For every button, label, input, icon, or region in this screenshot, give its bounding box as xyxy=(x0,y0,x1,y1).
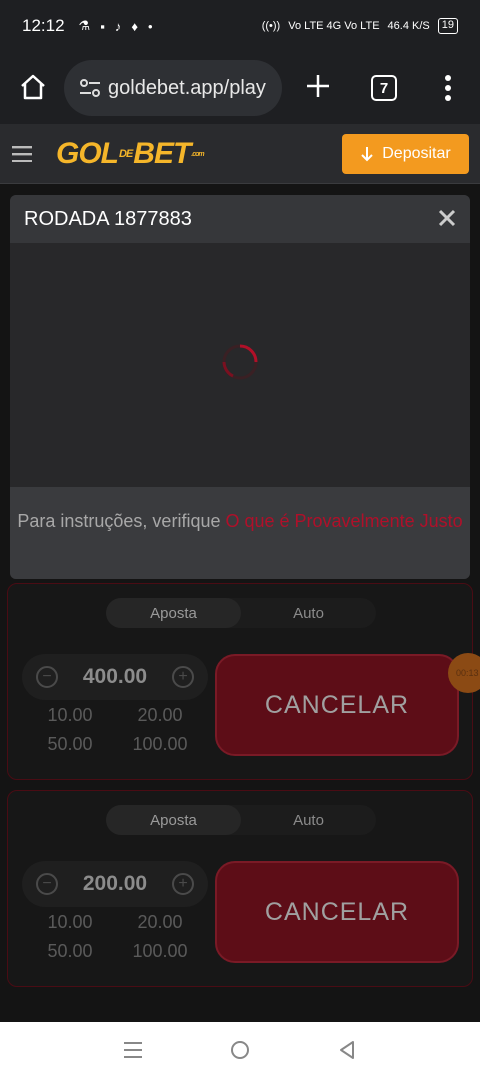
bet-panel-1: Aposta Auto − 400.00 + 10.00 20.00 50.00… xyxy=(7,583,473,780)
close-icon[interactable] xyxy=(438,209,456,227)
quick-amount-button[interactable]: 10.00 xyxy=(30,912,110,933)
tab-auto[interactable]: Auto xyxy=(241,805,376,835)
modal-title: RODADA 1877883 xyxy=(24,207,192,230)
bet-mode-toggle: Aposta Auto xyxy=(106,805,376,835)
bet-amount[interactable]: 400.00 xyxy=(83,665,147,689)
dot-icon: • xyxy=(147,18,153,34)
deposit-label: Depositar xyxy=(382,145,451,162)
tab-bet[interactable]: Aposta xyxy=(106,805,241,835)
tab-auto[interactable]: Auto xyxy=(241,598,376,628)
chat-icon: ▪ xyxy=(100,18,105,34)
minus-icon[interactable]: − xyxy=(36,666,58,688)
url-field[interactable]: goldebet.app/play xyxy=(64,60,282,116)
browser-toolbar: goldebet.app/play 7 xyxy=(0,52,480,124)
tab-switcher-button[interactable]: 7 xyxy=(371,75,397,101)
quick-amount-button[interactable]: 50.00 xyxy=(30,734,110,755)
quick-amount-button[interactable]: 100.00 xyxy=(120,941,200,962)
arrow-down-icon xyxy=(361,147,373,162)
site-settings-icon[interactable] xyxy=(78,78,102,98)
site-header: GO L DE BET .com Depositar xyxy=(0,124,480,184)
site-logo[interactable]: GO L DE BET .com xyxy=(56,136,205,172)
plus-icon[interactable]: + xyxy=(171,666,194,688)
home-icon[interactable] xyxy=(18,72,48,102)
notification-icons: ⚗ ▪ ♪ ♦ • xyxy=(79,18,153,34)
cancel-bet-button[interactable]: CANCELAR xyxy=(215,654,459,756)
loading-spinner-icon xyxy=(222,344,258,380)
home-nav-icon[interactable] xyxy=(229,1039,251,1061)
deposit-button[interactable]: Depositar xyxy=(342,134,469,174)
recents-icon[interactable] xyxy=(122,1040,144,1060)
quick-amount-button[interactable]: 10.00 xyxy=(30,705,110,726)
modal-footer: Para instruções, verifique O que é Prova… xyxy=(10,487,470,579)
url-text: goldebet.app/play xyxy=(108,76,266,99)
tinder-icon: ♦ xyxy=(131,18,138,34)
tiktok-icon: ♪ xyxy=(114,18,122,34)
plus-icon[interactable]: + xyxy=(171,873,194,895)
quick-amount-button[interactable]: 50.00 xyxy=(30,941,110,962)
round-modal: RODADA 1877883 Para instruções, verifiqu… xyxy=(10,195,470,579)
hotspot-icon: ((•)) xyxy=(261,20,281,32)
menu-icon[interactable] xyxy=(12,146,32,162)
back-icon[interactable] xyxy=(336,1039,358,1061)
new-tab-icon[interactable] xyxy=(304,72,332,100)
round-timer: 00:13 xyxy=(448,653,480,693)
bet-amount[interactable]: 200.00 xyxy=(83,872,147,896)
cancel-bet-button[interactable]: CANCELAR xyxy=(215,861,459,963)
instructions-text: Para instruções, verifique xyxy=(17,511,226,531)
quick-amount-button[interactable]: 20.00 xyxy=(120,912,200,933)
status-bar: 12:12 ⚗ ▪ ♪ ♦ • ((•)) Vo LTE 4G Vo LTE 4… xyxy=(0,0,480,52)
provably-fair-link[interactable]: O que é Provavelmente Justo xyxy=(225,511,462,531)
quick-amount-button[interactable]: 100.00 xyxy=(120,734,200,755)
bet-panel-2: Aposta Auto − 200.00 + 10.00 20.00 50.00… xyxy=(7,790,473,987)
battery-icon: 19 xyxy=(437,18,458,34)
more-options-icon[interactable] xyxy=(444,74,452,102)
bet-amount-stepper: − 200.00 + xyxy=(22,861,208,907)
modal-body xyxy=(10,243,470,487)
bet-mode-toggle: Aposta Auto xyxy=(106,598,376,628)
status-time: 12:12 xyxy=(22,16,65,35)
minus-icon[interactable]: − xyxy=(36,873,58,895)
signal-text: Vo LTE 4G Vo LTE xyxy=(288,20,380,32)
tab-bet[interactable]: Aposta xyxy=(106,598,241,628)
bet-amount-stepper: − 400.00 + xyxy=(22,654,208,700)
system-nav-bar xyxy=(0,1022,480,1078)
quick-amount-button[interactable]: 20.00 xyxy=(120,705,200,726)
system-icons: ((•)) Vo LTE 4G Vo LTE 46.4 K/S 19 xyxy=(262,18,458,34)
net-speed: 46.4 K/S xyxy=(387,20,430,32)
flask-icon: ⚗ xyxy=(78,18,91,33)
modal-header: RODADA 1877883 xyxy=(10,195,470,243)
